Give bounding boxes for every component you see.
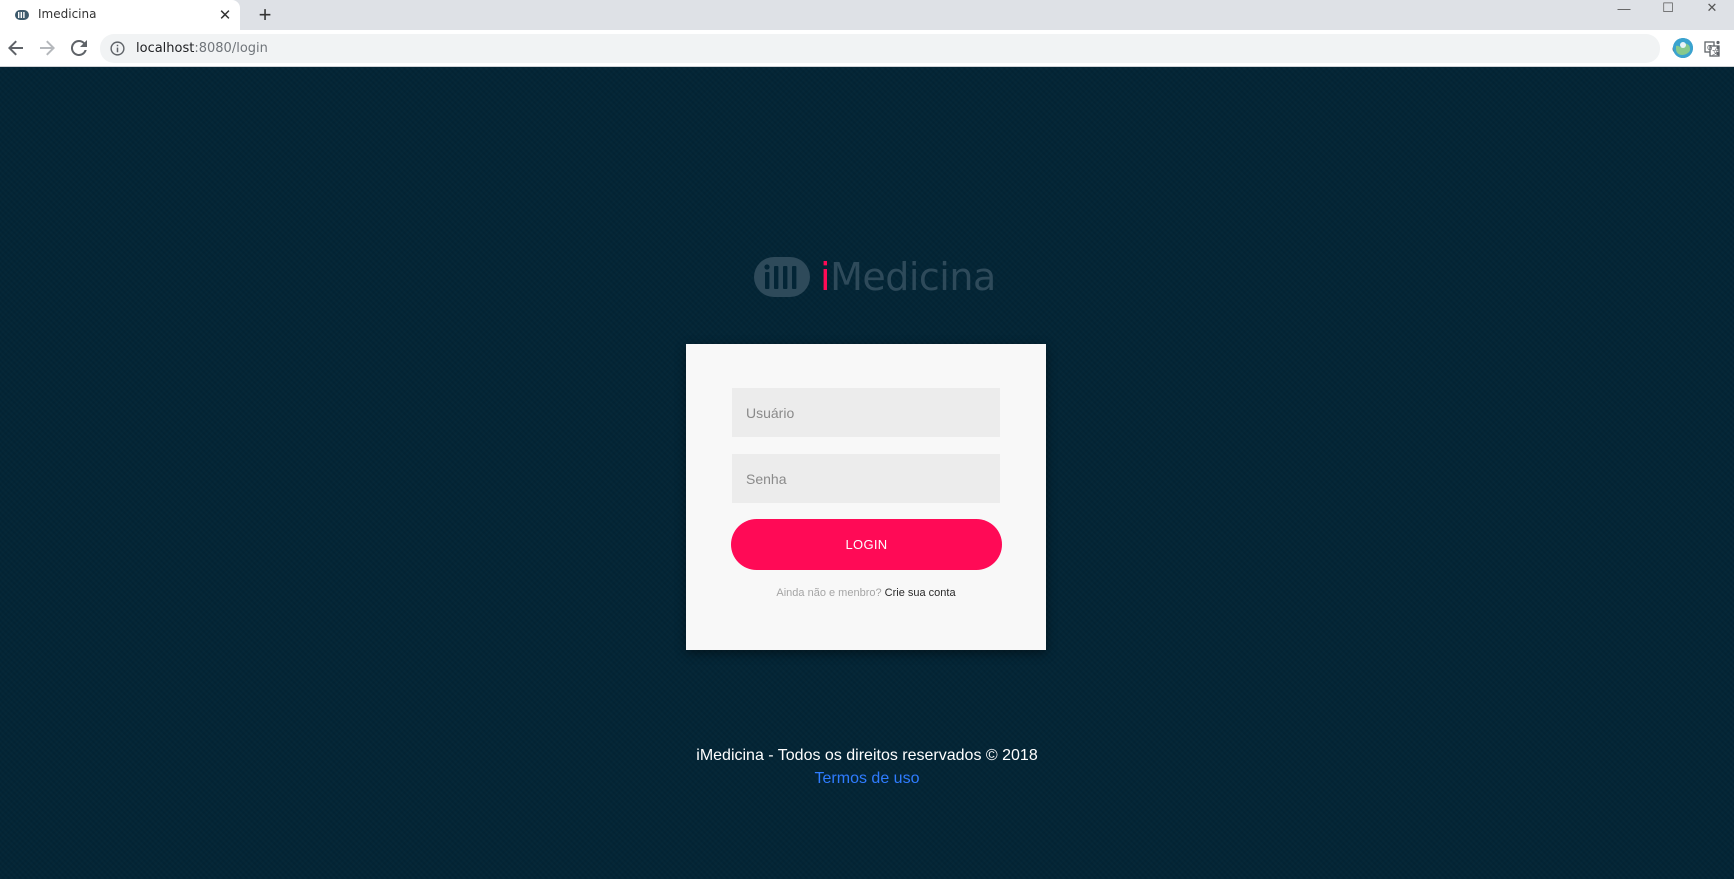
tab-title: Imedicina: [38, 7, 97, 21]
maximize-window-button[interactable]: ☐: [1648, 0, 1688, 16]
imedicina-logo-icon: [754, 257, 810, 297]
logo-wordmark: iMedicina: [820, 254, 996, 300]
reload-icon[interactable]: [67, 36, 91, 60]
new-tab-button[interactable]: +: [253, 3, 277, 27]
url-text[interactable]: localhost:8080/login: [136, 41, 268, 56]
signup-line: Ainda não e menbro? Crie sua conta: [686, 587, 1046, 599]
close-window-button[interactable]: ✕: [1692, 0, 1732, 16]
more-menu-icon[interactable]: [1706, 36, 1730, 60]
forward-arrow-icon[interactable]: [35, 36, 59, 60]
info-icon[interactable]: [110, 41, 125, 56]
create-account-link[interactable]: Crie sua conta: [885, 587, 956, 599]
url-host: localhost: [136, 41, 195, 56]
logo-wordmark-i: i: [820, 255, 831, 299]
login-page: iMedicina LOGIN Ainda não e menbro? Crie…: [0, 67, 1734, 879]
username-input[interactable]: [732, 388, 1000, 437]
login-button[interactable]: LOGIN: [731, 519, 1002, 570]
footer-terms: Termos de uso: [0, 770, 1734, 788]
imedicina-logo: iMedicina: [754, 254, 996, 300]
footer-copyright: iMedicina - Todos os direitos reservados…: [696, 747, 1038, 764]
password-input[interactable]: [732, 454, 1000, 503]
url-path: :8080/login: [194, 41, 268, 56]
imedicina-favicon-icon: [14, 7, 30, 23]
back-arrow-icon[interactable]: [4, 36, 28, 60]
browser-tab[interactable]: Imedicina ✕: [0, 0, 240, 30]
signup-prompt: Ainda não e menbro?: [776, 587, 882, 599]
profile-avatar[interactable]: [1673, 38, 1693, 58]
terms-of-use-link[interactable]: Termos de uso: [815, 770, 920, 787]
close-tab-icon[interactable]: ✕: [216, 6, 234, 24]
browser-toolbar: localhost:8080/login G文: [0, 30, 1734, 67]
address-bar[interactable]: localhost:8080/login G文: [100, 34, 1720, 63]
minimize-window-button[interactable]: —: [1604, 0, 1644, 16]
login-card: LOGIN Ainda não e menbro? Crie sua conta: [686, 344, 1046, 650]
logo-wordmark-rest: Medicina: [830, 255, 996, 299]
browser-tabstrip: Imedicina ✕ + — ☐ ✕: [0, 0, 1734, 30]
